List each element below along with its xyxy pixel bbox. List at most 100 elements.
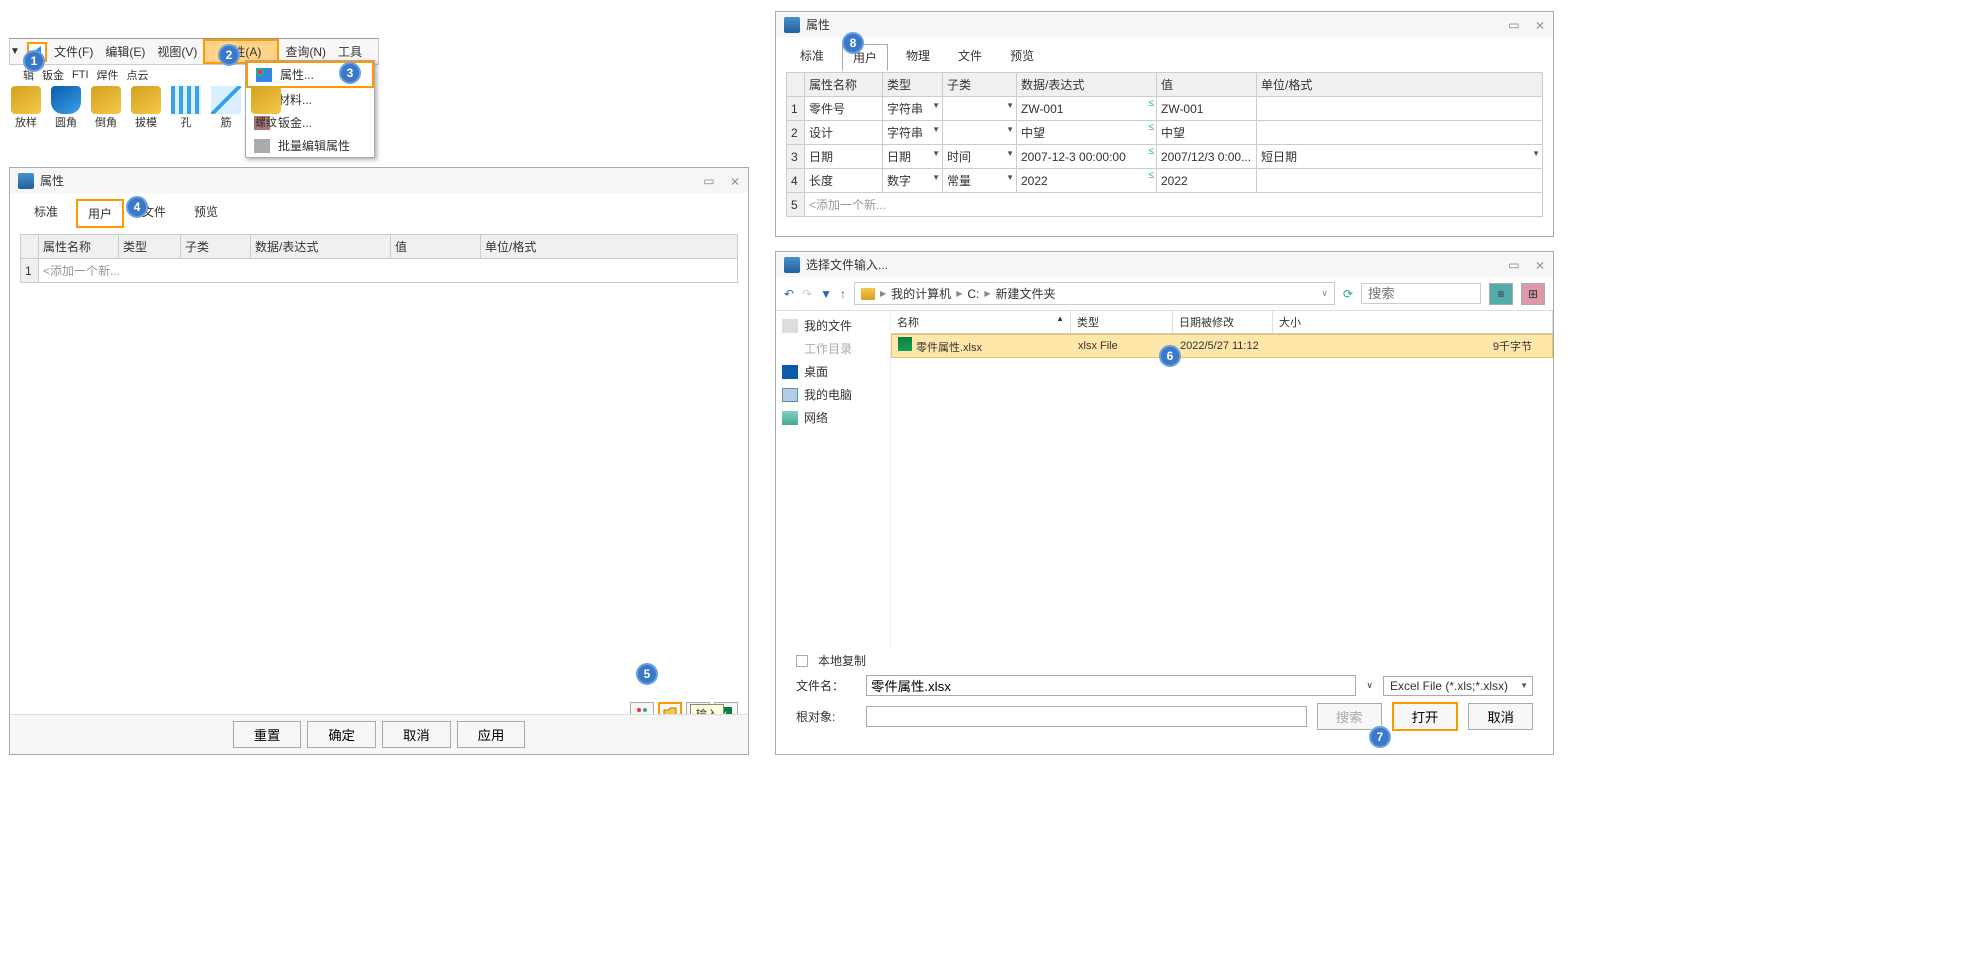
tree-network[interactable]: 网络 bbox=[782, 409, 884, 426]
col-val[interactable]: 值 bbox=[391, 235, 481, 259]
nav-down-icon[interactable]: ▼ bbox=[820, 287, 832, 301]
col-name[interactable]: 属性名称 bbox=[39, 235, 119, 259]
draft-icon[interactable] bbox=[131, 86, 161, 114]
cell-data[interactable]: 中望 bbox=[1017, 121, 1157, 145]
close-icon[interactable]: ⨯ bbox=[1535, 258, 1545, 272]
cell-val: 2007/12/3 0:00... bbox=[1157, 145, 1257, 169]
cell-unit[interactable] bbox=[1257, 97, 1543, 121]
tree-workdir: 工作目录 bbox=[782, 340, 884, 357]
cell-name[interactable]: 长度 bbox=[805, 169, 883, 193]
tab-user[interactable]: 用户 bbox=[76, 199, 124, 228]
cell-name[interactable]: 日期 bbox=[805, 145, 883, 169]
tree-mydocs[interactable]: 我的文件 bbox=[782, 317, 884, 334]
menu-file[interactable]: 文件(F) bbox=[48, 39, 99, 64]
filename-input[interactable] bbox=[866, 675, 1356, 696]
row-num: 4 bbox=[787, 169, 805, 193]
nav-up-icon[interactable]: ↑ bbox=[840, 287, 846, 301]
cell-unit[interactable] bbox=[1257, 121, 1543, 145]
col-unit[interactable]: 单位/格式 bbox=[481, 235, 738, 259]
tab-preview[interactable]: 预览 bbox=[1000, 43, 1044, 70]
col-type[interactable]: 类型 bbox=[119, 235, 181, 259]
loft-icon[interactable] bbox=[11, 86, 41, 114]
cell-data[interactable]: 2007-12-3 00:00:00 bbox=[1017, 145, 1157, 169]
cancel-button[interactable]: 取消 bbox=[382, 721, 451, 748]
sub-sheetmetal[interactable]: 钣金 bbox=[42, 67, 64, 83]
col-num bbox=[21, 235, 39, 259]
sub-pointcloud[interactable]: 点云 bbox=[127, 67, 149, 83]
chamfer-icon[interactable] bbox=[91, 86, 121, 114]
close-icon[interactable]: ⨯ bbox=[730, 174, 740, 188]
cell-data[interactable]: ZW-001 bbox=[1017, 97, 1157, 121]
tab-standard[interactable]: 标准 bbox=[24, 199, 68, 228]
props-icon bbox=[256, 68, 272, 82]
cell-type[interactable]: 字符串 bbox=[883, 97, 943, 121]
search-input[interactable] bbox=[1361, 283, 1481, 304]
file-open-dialog: 选择文件输入...▭ ⨯ ↶ ↷ ▼ ↑ ▶ 我的计算机▶ C:▶ 新建文件夹 … bbox=[775, 251, 1554, 755]
menu-view[interactable]: 视图(V) bbox=[151, 39, 203, 64]
cell-type[interactable]: 字符串 bbox=[883, 121, 943, 145]
sub-fti[interactable]: FTI bbox=[72, 69, 89, 81]
tree-mypc[interactable]: 我的电脑 bbox=[782, 386, 884, 403]
menu-edit[interactable]: 编辑(E) bbox=[99, 39, 151, 64]
view-detail-icon[interactable]: ⊞ bbox=[1521, 283, 1545, 305]
tab-physics[interactable]: 物理 bbox=[896, 43, 940, 70]
cell-sub[interactable]: 时间 bbox=[943, 145, 1017, 169]
cell-name[interactable]: 设计 bbox=[805, 121, 883, 145]
path-breadcrumb[interactable]: ▶ 我的计算机▶ C:▶ 新建文件夹 ∨ bbox=[854, 282, 1335, 305]
cell-data[interactable]: 2022 bbox=[1017, 169, 1157, 193]
local-copy-checkbox[interactable] bbox=[796, 655, 808, 667]
cell-name[interactable]: 零件号 bbox=[805, 97, 883, 121]
cancel-button[interactable]: 取消 bbox=[1468, 703, 1533, 730]
callout-5: 5 bbox=[636, 663, 658, 685]
col-sub[interactable]: 子类 bbox=[181, 235, 251, 259]
cell-unit[interactable]: 短日期 bbox=[1257, 145, 1543, 169]
close-icon[interactable]: ⨯ bbox=[1535, 18, 1545, 32]
view-list-icon[interactable]: ≡ bbox=[1489, 283, 1513, 305]
tab-preview[interactable]: 预览 bbox=[184, 199, 228, 228]
pc-icon bbox=[782, 388, 798, 402]
add-row-placeholder[interactable]: <添加一个新... bbox=[809, 198, 886, 212]
folder-icon bbox=[861, 288, 875, 300]
file-row[interactable]: 零件属性.xlsx xlsx File 2022/5/27 11:12 9千字节 bbox=[891, 334, 1553, 358]
apply-button[interactable]: 应用 bbox=[457, 721, 526, 748]
hole-icon[interactable] bbox=[171, 86, 201, 114]
tab-standard[interactable]: 标准 bbox=[790, 43, 834, 70]
col-name[interactable]: 名称 ▲ bbox=[891, 311, 1071, 333]
menu-dropdown-icon[interactable]: ▼ bbox=[10, 46, 22, 57]
sub-weld[interactable]: 焊件 bbox=[97, 67, 119, 83]
col-date[interactable]: 日期被修改 bbox=[1173, 311, 1273, 333]
callout-8: 8 bbox=[842, 32, 864, 54]
cell-sub[interactable] bbox=[943, 121, 1017, 145]
cell-unit[interactable] bbox=[1257, 169, 1543, 193]
col-size[interactable]: 大小 bbox=[1273, 311, 1553, 333]
reset-button[interactable]: 重置 bbox=[233, 721, 302, 748]
collapse-icon[interactable]: ▭ bbox=[1508, 258, 1519, 272]
cell-sub[interactable] bbox=[943, 97, 1017, 121]
cell-type[interactable]: 日期 bbox=[883, 145, 943, 169]
root-label: 根对象: bbox=[796, 708, 856, 725]
col-type[interactable]: 类型 bbox=[1071, 311, 1173, 333]
nav-back-icon[interactable]: ↶ bbox=[784, 287, 794, 301]
ribbon-toolbar: 放样 圆角 倒角 拔模 孔 筋 螺纹 bbox=[9, 86, 283, 130]
row-num: 1 bbox=[787, 97, 805, 121]
ok-button[interactable]: 确定 bbox=[307, 721, 376, 748]
root-input[interactable] bbox=[866, 706, 1307, 727]
thread-icon[interactable] bbox=[251, 86, 281, 114]
properties-panel-right: 属性▭ ⨯ 标准 用户 物理 文件 预览 属性名称 类型 子类 数据/表达式 值… bbox=[775, 11, 1554, 237]
dropdown-batch[interactable]: 批量编辑属性 bbox=[246, 134, 374, 157]
panel-title: 属性 bbox=[806, 16, 830, 33]
fillet-icon[interactable] bbox=[51, 86, 81, 114]
tree-desktop[interactable]: 桌面 bbox=[782, 363, 884, 380]
tab-file[interactable]: 文件 bbox=[948, 43, 992, 70]
collapse-icon[interactable]: ▭ bbox=[1508, 18, 1519, 32]
refresh-icon[interactable]: ⟳ bbox=[1343, 287, 1353, 301]
open-button[interactable]: 打开 bbox=[1392, 702, 1459, 731]
cell-sub[interactable]: 常量 bbox=[943, 169, 1017, 193]
file-filter-combo[interactable]: Excel File (*.xls;*.xlsx) bbox=[1383, 676, 1533, 696]
rib-icon[interactable] bbox=[211, 86, 241, 114]
collapse-icon[interactable]: ▭ bbox=[703, 174, 714, 188]
col-data[interactable]: 数据/表达式 bbox=[251, 235, 391, 259]
cell-type[interactable]: 数字 bbox=[883, 169, 943, 193]
desktop-icon bbox=[782, 365, 798, 379]
add-row-placeholder[interactable]: <添加一个新... bbox=[43, 264, 120, 278]
